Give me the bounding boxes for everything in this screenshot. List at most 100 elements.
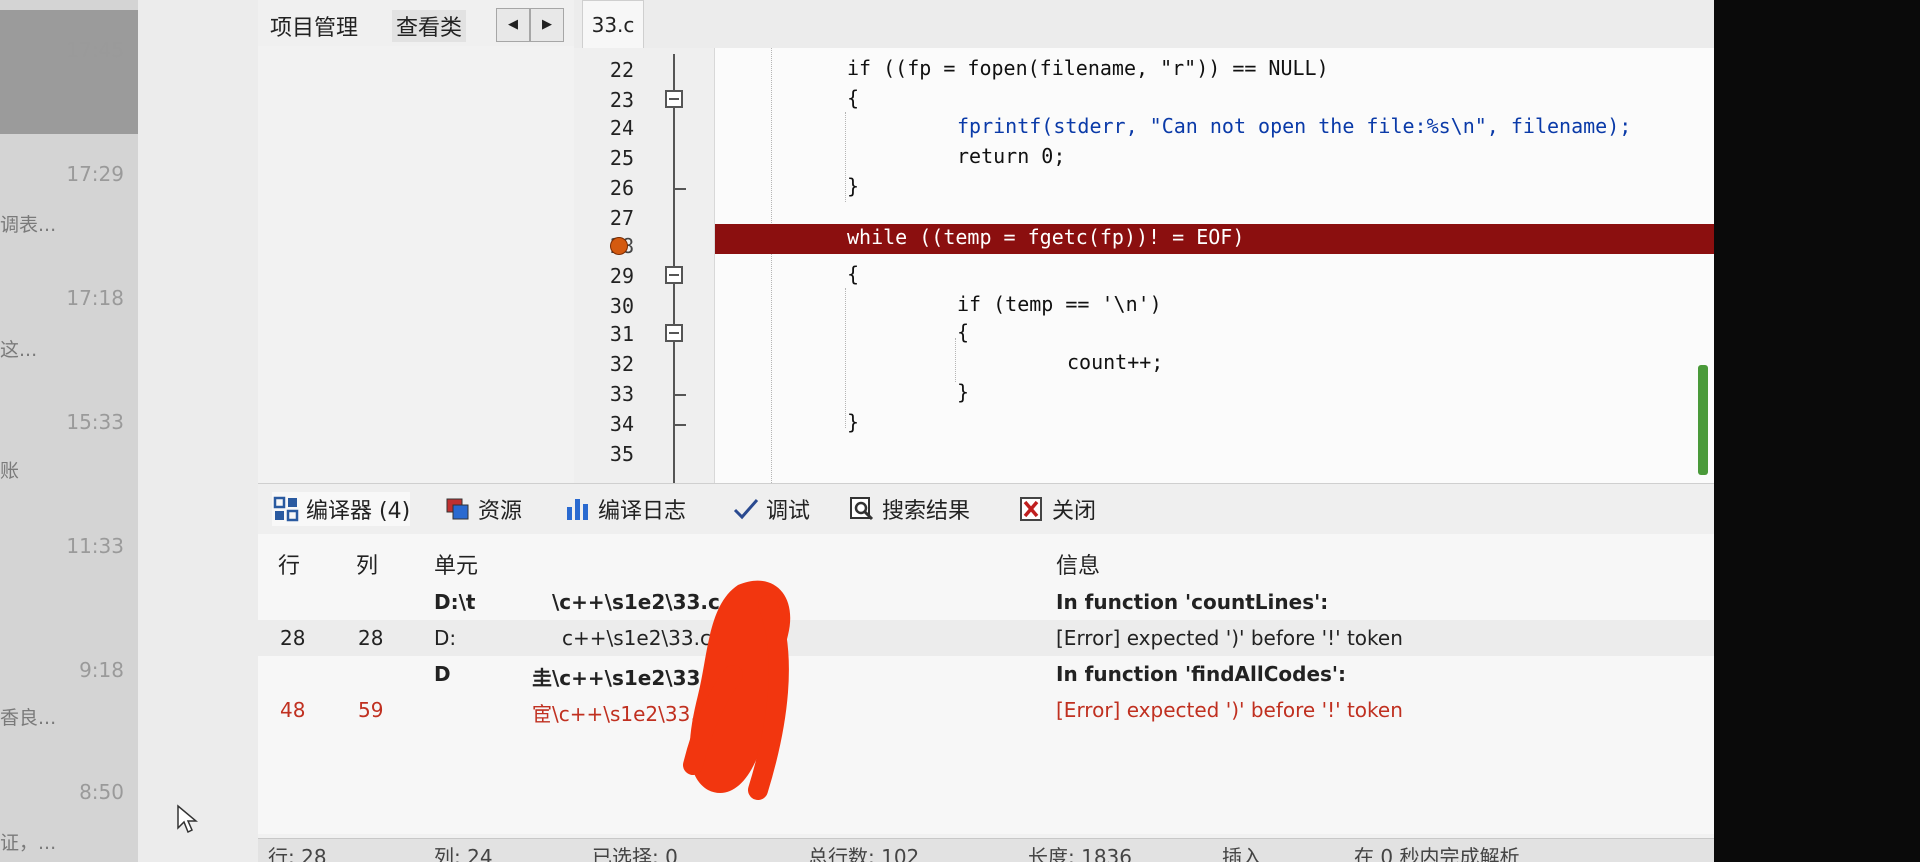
line-number: 30	[609, 294, 634, 318]
line-number: 23	[609, 88, 634, 112]
tab-label: 编译日志	[598, 499, 687, 524]
code-line: if (temp == '\n')	[957, 292, 1162, 316]
fold-toggle-icon[interactable]	[665, 324, 683, 342]
cell-line: 28	[280, 626, 306, 650]
tab-label: 资源	[478, 499, 523, 524]
indent-guide	[845, 112, 846, 202]
cell-info: In function 'countLines':	[1056, 590, 1329, 614]
tab-debug[interactable]: 调试	[732, 492, 810, 526]
chat-snippet: 这...	[0, 339, 38, 361]
tab-close[interactable]: 关闭	[1018, 492, 1096, 526]
tab-project-manager[interactable]: 项目管理	[270, 10, 358, 42]
fold-toggle-icon[interactable]	[665, 266, 683, 284]
grid-icon	[273, 496, 299, 522]
cell-unit: D:	[434, 626, 457, 650]
status-insert-mode: 插入	[1222, 845, 1262, 862]
chat-snippet: 证，...	[0, 832, 57, 854]
nav-left-button[interactable]: ◀	[496, 8, 530, 42]
chat-snippet: 香良...	[0, 707, 57, 729]
column-header-col[interactable]: 列	[356, 548, 378, 580]
line-number-gutter: 22 23 24 25 26 27 28 29 30 31 32 33 34 3…	[574, 48, 715, 486]
status-length: 长度: 1836	[1028, 845, 1132, 862]
chat-time: 17:18	[66, 286, 124, 310]
table-row[interactable]: D:\t \c++\s1e2\33.c In function 'countLi…	[258, 584, 1714, 620]
column-header-unit[interactable]: 单元	[434, 548, 478, 580]
cell-col: 28	[358, 626, 384, 650]
left-panel-tabs: 项目管理 查看类 ◀ ▶	[258, 0, 574, 47]
cell-line: 48	[280, 698, 306, 722]
line-number: 29	[609, 264, 634, 288]
fold-end-tick	[674, 188, 686, 190]
cell-info: In function 'findAllCodes':	[1056, 662, 1347, 686]
cell-info: [Error] expected ')' before '!' token	[1056, 626, 1403, 650]
bottom-tab-bar: 编译器 (4) 资源 编译日志 调试 搜索结果 关闭	[258, 483, 1714, 535]
code-editor[interactable]: if ((fp = fopen(filename, "r")) == NULL)…	[715, 48, 1714, 483]
status-col: 列: 24	[434, 845, 493, 862]
redaction-scribble	[683, 580, 791, 800]
line-number: 22	[609, 58, 634, 82]
code-line: return 0;	[957, 144, 1066, 168]
tab-compile-log[interactable]: 编译日志	[564, 492, 686, 526]
table-row[interactable]: 48 59 宦\c++\s1e2\33.c [Error] expected '…	[258, 692, 1714, 728]
chat-time: 15:33	[66, 410, 124, 434]
nav-right-button[interactable]: ▶	[530, 8, 564, 42]
line-number: 34	[609, 412, 634, 436]
code-line: }	[847, 410, 860, 434]
tab-class-view[interactable]: 查看类	[392, 10, 467, 42]
chat-time: 9:18	[79, 658, 124, 682]
error-highlight-line: while ((temp = fgetc(fp))! = EOF)	[715, 224, 1714, 254]
code-line: fprintf(stderr, "Can not open the file:%…	[957, 114, 1632, 138]
editor-scrollbar-thumb[interactable]	[1698, 365, 1708, 475]
tab-resources[interactable]: 资源	[444, 492, 522, 526]
resources-icon	[446, 498, 469, 520]
fold-end-tick	[674, 424, 686, 426]
line-number: 33	[609, 382, 634, 406]
chat-time: 11:33	[66, 534, 124, 558]
status-line: 行: 28	[268, 845, 327, 862]
cell-unit: D	[434, 662, 451, 686]
indent-guide	[955, 338, 956, 382]
code-line: }	[957, 380, 970, 404]
file-tab[interactable]: 33.c	[582, 0, 644, 49]
code-line: if ((fp = fopen(filename, "r")) == NULL)	[847, 56, 1329, 80]
chat-list: 17:45 17:29 调表... 17:18 这... 15:33 账 11:…	[0, 0, 138, 862]
chat-item-selected[interactable]	[0, 10, 138, 134]
column-header-line[interactable]: 行	[278, 548, 300, 580]
line-number: 24	[609, 116, 634, 140]
line-number: 25	[609, 146, 634, 170]
tab-compiler[interactable]: 编译器 (4)	[272, 492, 411, 526]
status-total-lines: 总行数: 102	[808, 845, 920, 862]
photo-frame: 17:45 17:29 调表... 17:18 这... 15:33 账 11:…	[0, 0, 1920, 862]
line-number: 35	[609, 442, 634, 466]
chat-snippet: 调表...	[0, 214, 57, 236]
table-row[interactable]: D 圭\c++\s1e2\33.c In function 'findAllCo…	[258, 656, 1714, 692]
check-icon	[733, 499, 759, 520]
cell-unit: D:\t	[434, 590, 476, 614]
tab-label: 编译器 (4)	[306, 499, 411, 524]
mouse-cursor-icon	[177, 804, 198, 834]
photo-dark-edge	[1714, 0, 1920, 862]
chat-time: 17:29	[66, 162, 124, 186]
status-selected: 已选择: 0	[592, 845, 678, 862]
line-number: 32	[609, 352, 634, 376]
tab-label: 搜索结果	[882, 499, 971, 524]
code-line: {	[847, 262, 860, 286]
fold-end-tick	[674, 394, 686, 396]
background-gap	[138, 0, 258, 862]
tab-label: 关闭	[1052, 499, 1097, 524]
tab-label: 调试	[766, 499, 811, 524]
fold-toggle-icon[interactable]	[665, 90, 683, 108]
ide-window: 项目管理 查看类 ◀ ▶ 33.c 22 23 24 25 26 27 28 2…	[258, 0, 1714, 862]
status-bar: 行: 28 列: 24 已选择: 0 总行数: 102 长度: 1836 插入 …	[258, 838, 1714, 862]
chat-snippet: 账	[0, 460, 20, 482]
table-row[interactable]: 28 28 D: c++\s1e2\33.c [Error] expected …	[258, 620, 1714, 656]
error-marker-icon[interactable]	[610, 237, 628, 255]
project-panel	[258, 46, 575, 483]
tab-search-results[interactable]: 搜索结果	[848, 492, 970, 526]
search-icon	[850, 497, 874, 521]
column-header-info[interactable]: 信息	[1056, 548, 1100, 580]
status-parse: 在 0 秒内完成解析	[1354, 845, 1520, 862]
line-number: 26	[609, 176, 634, 200]
code-line-error: while ((temp = fgetc(fp))! = EOF)	[847, 225, 1245, 249]
compiler-messages-table: 行 列 单元 信息 D:\t \c++\s1e2\33.c In functio…	[258, 534, 1714, 834]
